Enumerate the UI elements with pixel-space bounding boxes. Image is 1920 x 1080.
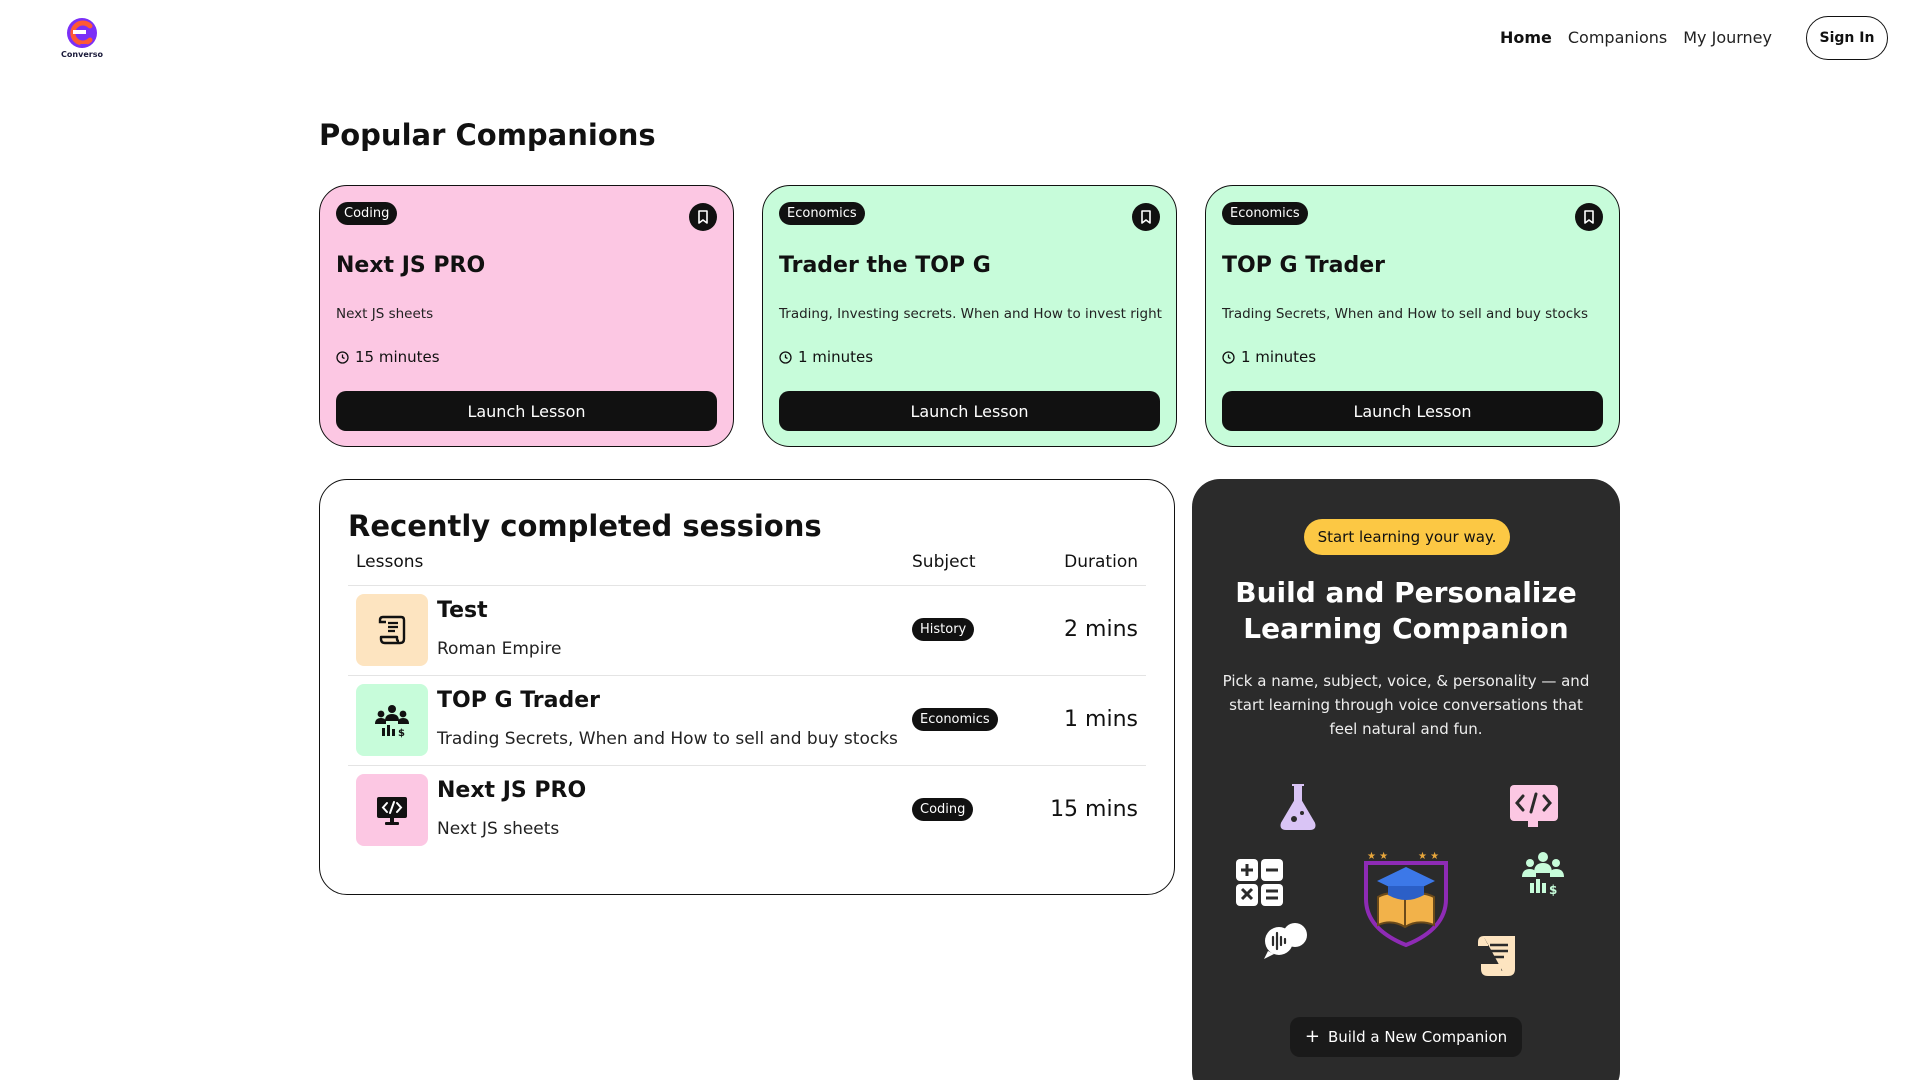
code-monitor-icon	[1510, 785, 1558, 827]
plus-icon: +	[1304, 1026, 1320, 1047]
cta-description: Pick a name, subject, voice, & personali…	[1222, 672, 1590, 738]
subject-badge: Economics	[1222, 202, 1308, 225]
session-row[interactable]: $ TOP G Trader Trading Secrets, When and…	[348, 675, 1146, 765]
svg-text:$: $	[1549, 883, 1557, 897]
clock-icon	[779, 350, 792, 364]
coding-icon	[377, 797, 407, 825]
session-row[interactable]: Test Roman Empire History 2 mins	[348, 585, 1146, 675]
column-header-duration: Duration	[1064, 552, 1138, 572]
navbar: Converso Home Companions My Journey Sign…	[0, 0, 1920, 76]
svg-text:$: $	[398, 728, 405, 738]
companion-card: Economics TOP G Trader Trading Secrets, …	[1205, 185, 1620, 447]
companion-title: TOP G Trader	[1222, 253, 1386, 278]
companion-title: Trader the TOP G	[779, 253, 991, 278]
calculator-icon	[1236, 859, 1283, 906]
bookmark-icon	[1584, 210, 1594, 224]
recent-sessions-panel: Recently completed sessions Lessons Subj…	[319, 479, 1175, 895]
launch-lesson-button[interactable]: Launch Lesson	[779, 391, 1160, 431]
recent-sessions-title: Recently completed sessions	[348, 509, 822, 543]
session-duration: 15 mins	[1050, 797, 1138, 822]
session-topic: Next JS sheets	[437, 819, 560, 839]
duration-text: 1 minutes	[1241, 348, 1317, 366]
session-icon-box: $	[356, 684, 428, 756]
duration-text: 15 minutes	[355, 348, 440, 366]
launch-lesson-button[interactable]: Launch Lesson	[336, 391, 717, 431]
companion-duration: 1 minutes	[779, 348, 873, 366]
subject-badge: Economics	[779, 202, 865, 225]
sign-in-button[interactable]: Sign In	[1806, 16, 1888, 60]
cta-title: Build and Personalize Learning Companion	[1235, 576, 1577, 645]
companion-card: Economics Trader the TOP G Trading, Inve…	[762, 185, 1177, 447]
svg-text:★ ★: ★ ★	[1367, 851, 1388, 862]
clock-icon	[1222, 350, 1235, 364]
nav-links: Home Companions My Journey	[1500, 28, 1772, 47]
subject-badge: Economics	[912, 708, 998, 731]
session-duration: 2 mins	[1064, 617, 1138, 642]
session-name: TOP G Trader	[437, 688, 601, 713]
nav-companions[interactable]: Companions	[1568, 28, 1667, 47]
bookmark-button[interactable]	[1132, 203, 1160, 231]
duration-text: 1 minutes	[798, 348, 874, 366]
cta-tagline: Start learning your way.	[1304, 519, 1510, 555]
nav-home[interactable]: Home	[1500, 28, 1552, 47]
bookmark-button[interactable]	[1575, 203, 1603, 231]
scroll-icon	[1478, 936, 1515, 976]
popular-companions-title: Popular Companions	[319, 118, 656, 152]
brand-name: Converso	[61, 50, 103, 59]
bookmark-icon	[1141, 210, 1151, 224]
logo-icon	[67, 18, 97, 48]
bookmark-button[interactable]	[689, 203, 717, 231]
companion-title: Next JS PRO	[336, 253, 486, 278]
subject-badge: Coding	[336, 202, 398, 225]
session-icon-box	[356, 774, 428, 846]
flask-icon	[1280, 784, 1316, 830]
build-new-companion-button[interactable]: + Build a New Companion	[1290, 1017, 1522, 1057]
build-button-label: Build a New Companion	[1327, 1028, 1508, 1046]
subject-badge: Coding	[912, 798, 974, 821]
session-row[interactable]: Next JS PRO Next JS sheets Coding 15 min…	[348, 765, 1146, 855]
nav-my-journey[interactable]: My Journey	[1683, 28, 1772, 47]
build-companion-cta: Start learning your way. Build and Perso…	[1192, 479, 1620, 1080]
subject-badge: History	[912, 618, 975, 641]
companion-duration: 1 minutes	[1222, 348, 1316, 366]
session-name: Test	[437, 598, 488, 623]
bookmark-icon	[698, 210, 708, 224]
session-topic: Roman Empire	[437, 639, 562, 659]
session-duration: 1 mins	[1064, 707, 1138, 732]
scroll-icon	[378, 615, 406, 645]
column-header-subject: Subject	[912, 552, 976, 572]
svg-text:★ ★: ★ ★	[1418, 851, 1439, 862]
cta-illustration: ★ ★ ★ ★ $	[1236, 784, 1564, 976]
chat-bubbles-icon	[1264, 923, 1307, 959]
companion-description: Trading Secrets, When and How to sell an…	[1222, 306, 1589, 322]
graduation-badge-icon: ★ ★ ★ ★	[1364, 851, 1448, 948]
companion-description: Next JS sheets	[336, 306, 434, 322]
session-icon-box	[356, 594, 428, 666]
session-topic: Trading Secrets, When and How to sell an…	[437, 729, 898, 749]
clock-icon	[336, 350, 349, 364]
column-header-lessons: Lessons	[356, 552, 424, 572]
launch-lesson-button[interactable]: Launch Lesson	[1222, 391, 1603, 431]
session-name: Next JS PRO	[437, 778, 587, 803]
companion-duration: 15 minutes	[336, 348, 440, 366]
companion-card: Coding Next JS PRO Next JS sheets 15 min…	[319, 185, 734, 447]
economics-icon: $	[375, 705, 409, 738]
companion-description: Trading, Investing secrets. When and How…	[779, 306, 1162, 322]
converso-logo[interactable]: Converso	[58, 16, 106, 60]
economics-people-icon: $	[1522, 852, 1564, 897]
